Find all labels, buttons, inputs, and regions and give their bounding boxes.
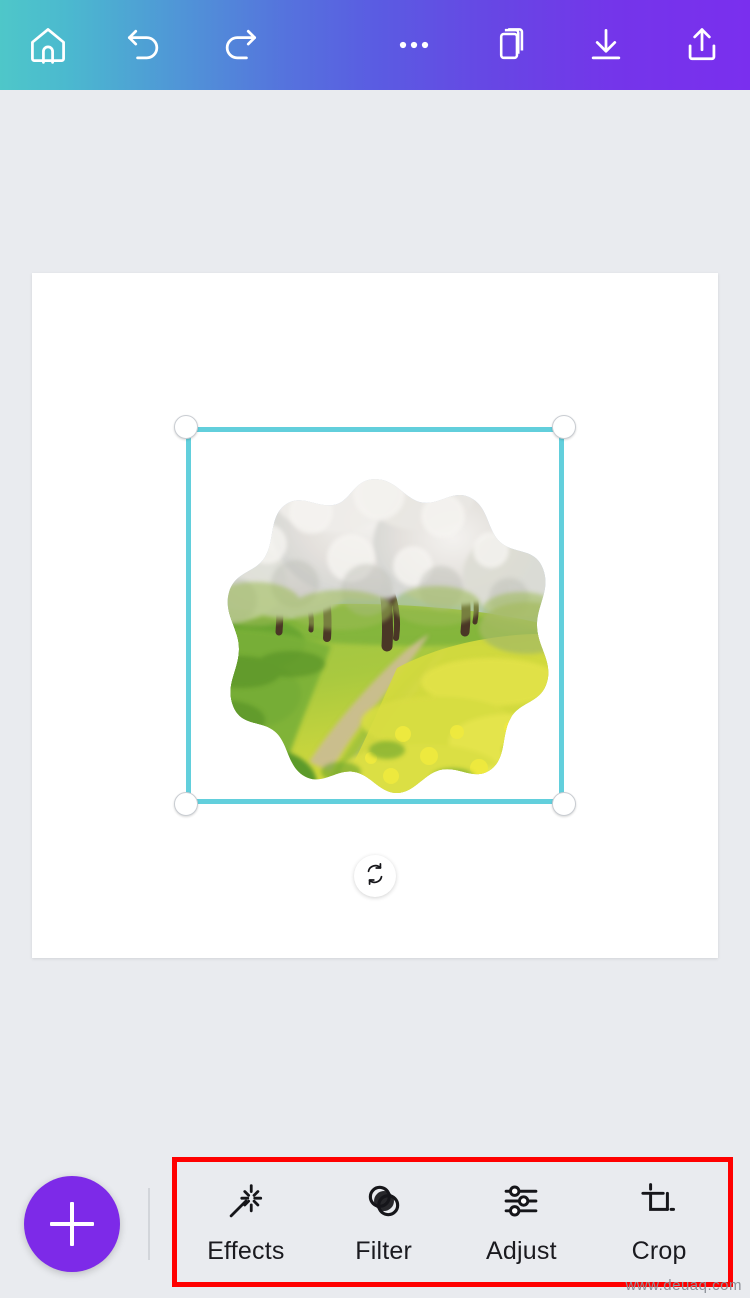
toolbar-right-group xyxy=(366,0,750,90)
top-toolbar xyxy=(0,0,750,90)
watermark: www.deuaq.com xyxy=(625,1277,742,1294)
tool-crop-label: Crop xyxy=(632,1237,687,1266)
toolbar-left-group xyxy=(0,0,288,90)
share-button[interactable] xyxy=(654,0,750,90)
rotate-icon xyxy=(362,861,388,892)
resize-handle-top-right[interactable] xyxy=(552,415,576,439)
rotate-handle[interactable] xyxy=(354,855,396,897)
tool-filter-label: Filter xyxy=(355,1237,412,1266)
crop-icon xyxy=(638,1179,680,1223)
toolbar-divider xyxy=(148,1188,150,1260)
tool-crop[interactable]: Crop xyxy=(599,1179,719,1266)
download-icon xyxy=(584,23,628,67)
tool-adjust[interactable]: Adjust xyxy=(461,1179,581,1266)
selection-border xyxy=(186,427,564,804)
app-root: Effects Filter xyxy=(0,0,750,1298)
more-horizontal-icon xyxy=(392,23,436,67)
more-button[interactable] xyxy=(366,0,462,90)
sliders-icon xyxy=(500,1179,542,1223)
duplicate-button[interactable] xyxy=(462,0,558,90)
plus-icon xyxy=(50,1202,94,1246)
overlapping-circles-icon xyxy=(363,1179,405,1223)
download-button[interactable] xyxy=(558,0,654,90)
home-button[interactable] xyxy=(0,0,96,90)
undo-icon xyxy=(122,23,166,67)
selected-element-frame[interactable] xyxy=(186,427,564,804)
redo-button[interactable] xyxy=(192,0,288,90)
home-icon xyxy=(26,23,70,67)
share-upload-icon xyxy=(680,23,724,67)
redo-icon xyxy=(218,23,262,67)
resize-handle-bottom-left[interactable] xyxy=(174,792,198,816)
tool-effects[interactable]: Effects xyxy=(186,1179,306,1266)
tool-adjust-label: Adjust xyxy=(486,1237,557,1266)
undo-button[interactable] xyxy=(96,0,192,90)
magic-wand-icon xyxy=(225,1179,267,1223)
image-tools-highlight: Effects Filter xyxy=(172,1157,733,1287)
tool-effects-label: Effects xyxy=(207,1237,284,1266)
resize-handle-bottom-right[interactable] xyxy=(552,792,576,816)
tool-filter[interactable]: Filter xyxy=(324,1179,444,1266)
duplicate-pages-icon xyxy=(488,23,532,67)
add-element-button[interactable] xyxy=(24,1176,120,1272)
resize-handle-top-left[interactable] xyxy=(174,415,198,439)
